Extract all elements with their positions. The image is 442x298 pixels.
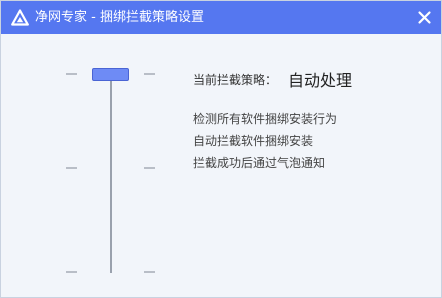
dialog-window: 净网专家 - 捆绑拦截策略设置 当前拦截策略： 自动处理 检测所有软件捆绑安装行… [0,0,442,298]
slider-thumb[interactable] [92,68,129,81]
slider-tick-left [66,73,77,75]
slider-tick-left [66,167,77,169]
policy-description-line: 自动拦截软件捆绑安装 [193,134,314,148]
close-icon[interactable] [416,9,433,26]
policy-description-line: 拦截成功后通过气泡通知 [193,156,326,170]
jingwang-logo-icon [11,9,29,26]
slider-tick-right [144,73,155,75]
policy-level-slider[interactable] [61,61,161,281]
title-bar[interactable]: 净网专家 - 捆绑拦截策略设置 [1,1,441,34]
window-title: 净网专家 - 捆绑拦截策略设置 [35,10,204,25]
current-policy-label: 当前拦截策略： [193,73,278,87]
slider-tick-left [66,271,77,273]
slider-tick-right [144,271,155,273]
slider-track[interactable] [110,74,112,273]
current-policy-value: 自动处理 [288,71,353,90]
slider-tick-right [144,167,155,169]
policy-description-line: 检测所有软件捆绑安装行为 [193,112,338,126]
